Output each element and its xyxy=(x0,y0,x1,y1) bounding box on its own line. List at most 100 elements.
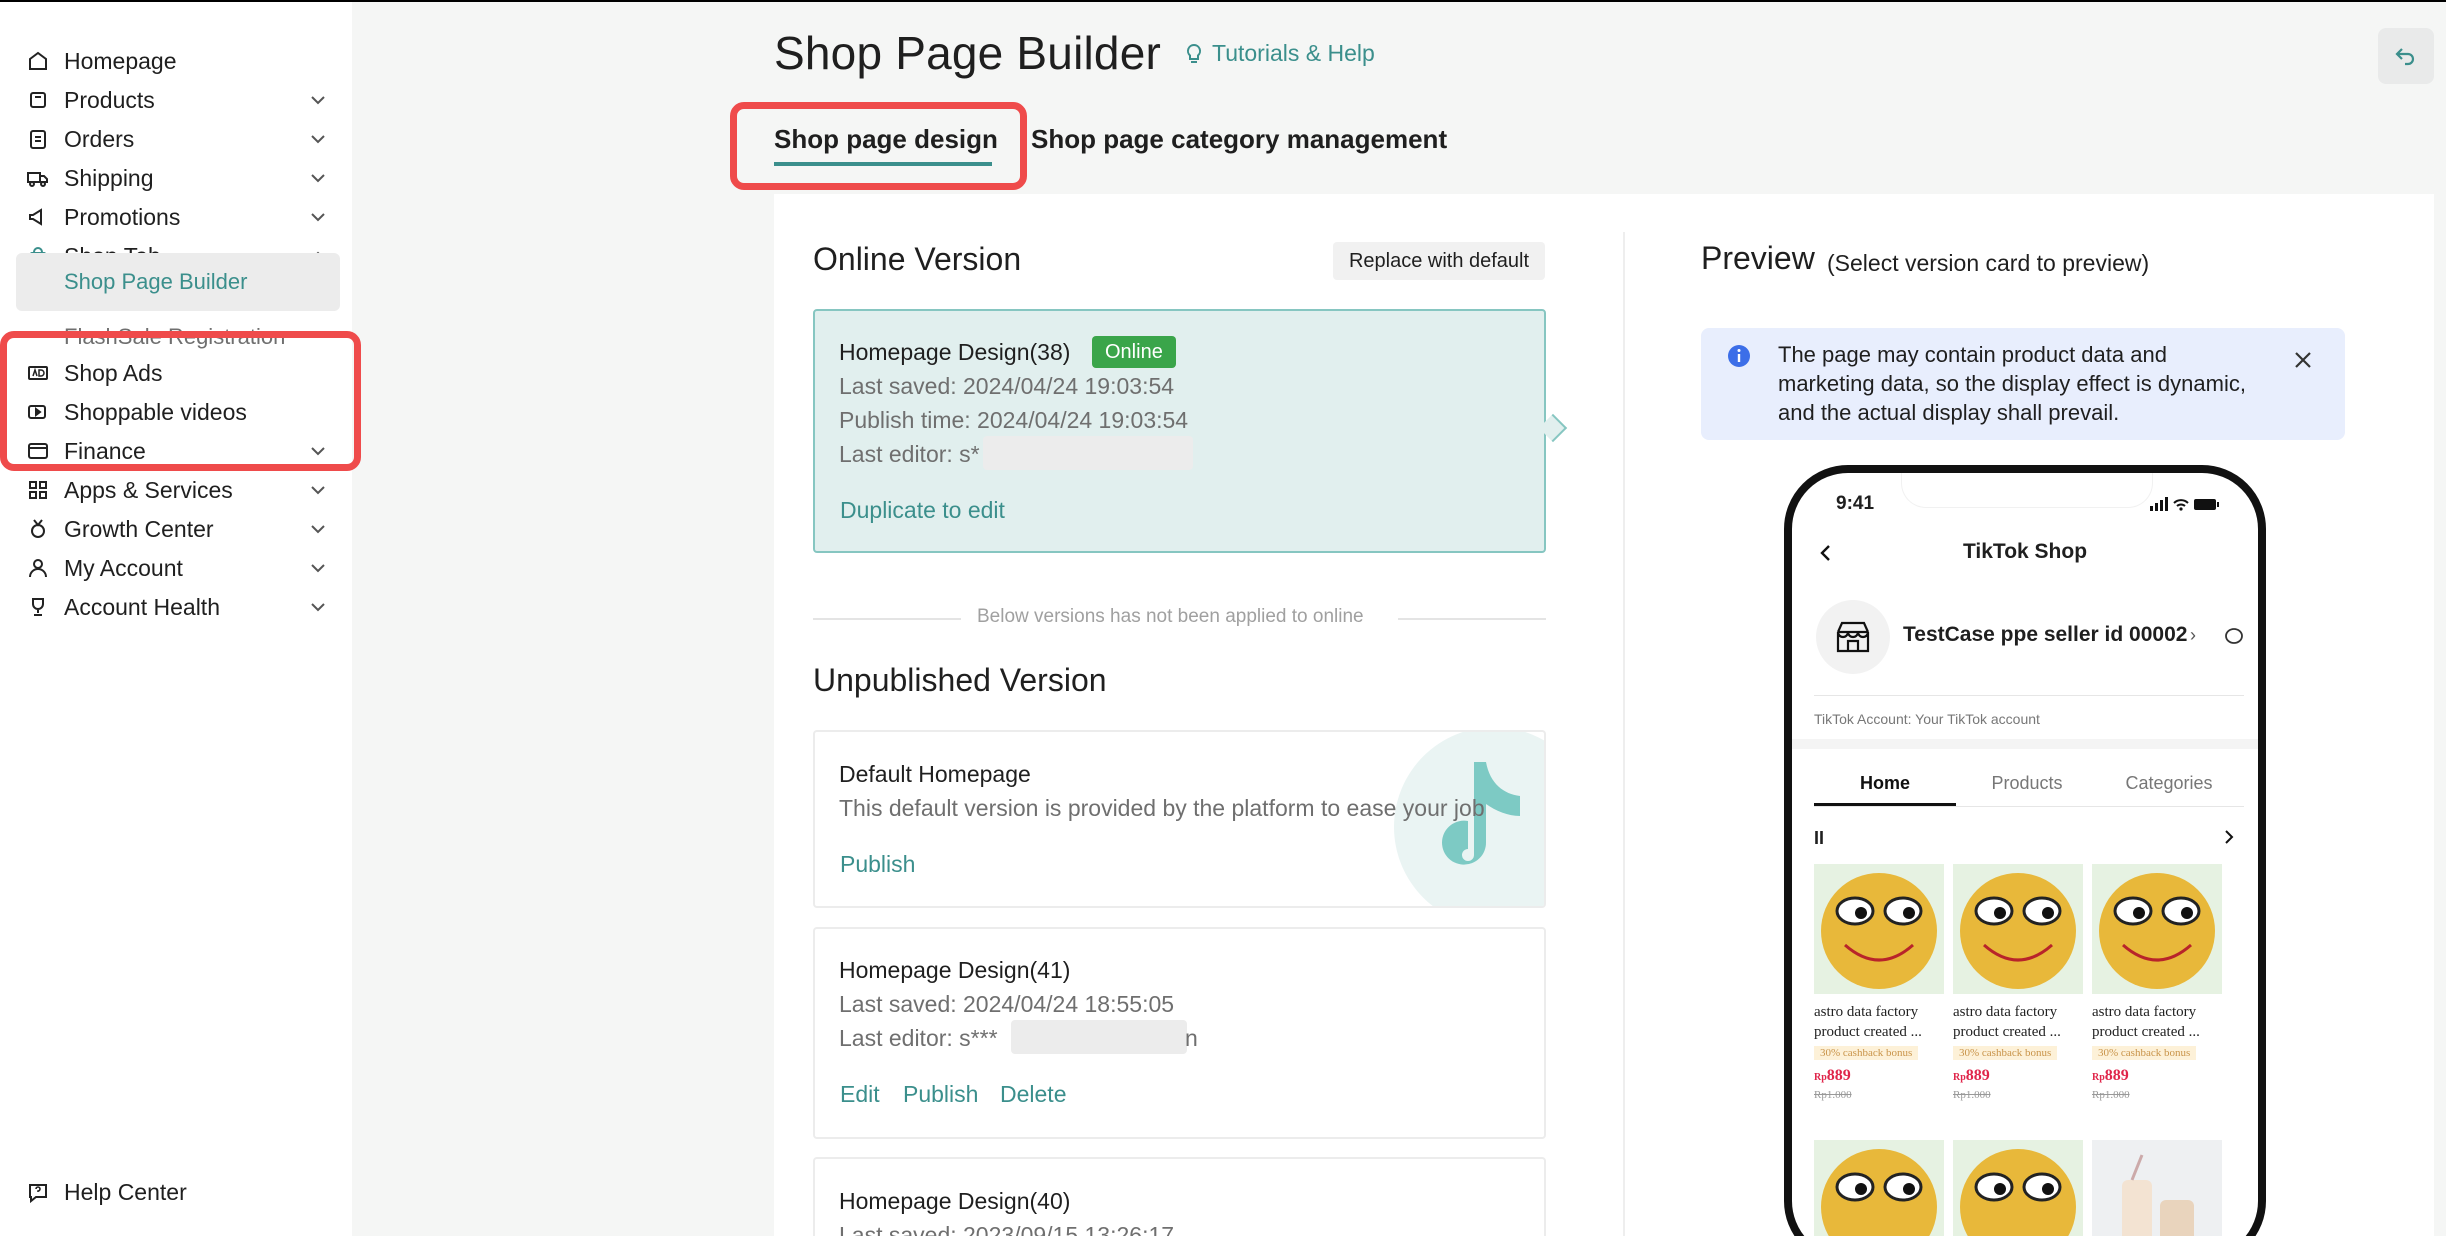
toiletries-image-icon xyxy=(2122,1154,2194,1236)
product-title-line2: product created ... xyxy=(1953,1024,2061,1040)
redacted-editor-name xyxy=(983,436,1193,470)
phone-time: 9:41 xyxy=(1836,493,1875,514)
price-currency: Rp xyxy=(1814,1072,1827,1083)
version-name: Default Homepage xyxy=(839,761,1031,787)
last-saved-text: Last saved: 2024/04/24 18:55:05 xyxy=(839,991,1175,1017)
sidebar-item-label: Orders xyxy=(64,125,135,152)
info-notice: The page may contain product data and ma… xyxy=(1701,328,2345,440)
version-name: Homepage Design(40) xyxy=(839,1188,1071,1214)
sidebar-item-account-health[interactable]: Account Health xyxy=(16,582,342,632)
product-title-line2: product created ... xyxy=(1814,1024,1922,1040)
phone-section-gap xyxy=(1792,739,2258,749)
product-price: Rp889 xyxy=(1814,1067,1944,1085)
publish-link[interactable]: Publish xyxy=(840,851,915,878)
product-card[interactable]: astro data factory product created ... 3… xyxy=(1953,864,2083,1101)
column-divider xyxy=(1623,232,1625,1236)
phone-tab-categories[interactable]: Categories xyxy=(2098,773,2240,794)
product-title: astro data factory xyxy=(2092,1004,2197,1020)
smiley-face-icon xyxy=(2099,873,2215,989)
back-button[interactable] xyxy=(2378,28,2434,84)
phone-preview: 9:41 TikTok Shop TestCase ppe seller id … xyxy=(1784,465,2266,1236)
product-image xyxy=(2092,1140,2222,1236)
cashback-tag: 30% cashback bonus xyxy=(2092,1046,2197,1060)
price-value: 889 xyxy=(2104,1067,2129,1084)
original-price: Rp1.000 xyxy=(1953,1089,1991,1101)
separator-line-right xyxy=(1398,618,1546,620)
cashback-tag: 30% cashback bonus xyxy=(1953,1046,2058,1060)
phone-divider xyxy=(1814,695,2244,696)
price-currency: Rp xyxy=(1953,1072,1966,1083)
window-top-border xyxy=(0,0,2446,2)
megaphone-icon xyxy=(26,205,50,229)
online-status-badge: Online xyxy=(1092,336,1176,368)
product-image xyxy=(2092,864,2222,994)
chat-icon[interactable] xyxy=(2222,625,2246,649)
sidebar-item-label: Shipping xyxy=(64,164,154,191)
chevron-down-icon xyxy=(311,564,325,573)
separator-line-left xyxy=(813,618,961,620)
smiley-face-icon xyxy=(1821,873,1937,989)
unpublished-version-heading: Unpublished Version xyxy=(813,662,1107,698)
tutorials-help-link[interactable]: Tutorials & Help xyxy=(1184,40,1375,67)
smiley-face-icon xyxy=(1960,873,2076,989)
preview-subtitle: (Select version card to preview) xyxy=(1827,250,2150,276)
page-title: Shop Page Builder xyxy=(774,27,1162,79)
product-card[interactable]: astro data factory product created ... 3… xyxy=(2092,864,2222,1101)
sidebar: Homepage Products Orders Shipping Promot… xyxy=(0,2,352,1236)
chevron-down-icon xyxy=(311,135,325,144)
phone-tab-products[interactable]: Products xyxy=(1956,773,2098,794)
user-icon xyxy=(26,556,50,580)
box-icon xyxy=(26,88,50,112)
help-center-link[interactable]: Help Center xyxy=(26,1179,187,1206)
product-price: Rp889 xyxy=(1953,1067,2083,1085)
tab-shop-page-category-management[interactable]: Shop page category management xyxy=(1031,124,1447,155)
edit-link[interactable]: Edit xyxy=(840,1081,880,1108)
chevron-right-icon[interactable] xyxy=(2220,828,2238,846)
chevron-right-icon: › xyxy=(2190,625,2196,645)
seller-name: TestCase ppe seller id 00002 xyxy=(1903,623,2188,646)
section-label: II xyxy=(1814,828,1825,848)
product-card[interactable] xyxy=(2092,1140,2222,1236)
product-card[interactable] xyxy=(1953,1140,2083,1236)
product-card[interactable]: astro data factory product created ... 3… xyxy=(1814,864,1944,1101)
smiley-face-icon xyxy=(1821,1149,1937,1236)
undo-icon xyxy=(2395,48,2415,66)
version-description: This default version is provided by the … xyxy=(839,795,1485,821)
version-name: Homepage Design(41) xyxy=(839,957,1071,983)
product-title-line2: product created ... xyxy=(2092,1024,2200,1040)
sidebar-item-label: Account Health xyxy=(64,593,220,620)
close-icon[interactable] xyxy=(2293,350,2313,370)
original-price: Rp1.000 xyxy=(2092,1089,2130,1101)
chevron-down-icon xyxy=(311,486,325,495)
phone-divider xyxy=(1814,806,2244,807)
sidebar-item-label: Products xyxy=(64,86,155,113)
smiley-face-icon xyxy=(1960,1149,2076,1236)
sidebar-item-label: Growth Center xyxy=(64,515,214,542)
phone-tab-home[interactable]: Home xyxy=(1814,773,1956,794)
delete-link[interactable]: Delete xyxy=(1000,1081,1066,1108)
notice-text: The page may contain product data and ma… xyxy=(1778,342,2246,425)
sidebar-item-label: Homepage xyxy=(64,47,177,74)
replace-with-default-button[interactable]: Replace with default xyxy=(1333,242,1545,280)
duplicate-to-edit-link[interactable]: Duplicate to edit xyxy=(840,497,1005,524)
price-value: 889 xyxy=(1965,1067,1990,1084)
product-title: astro data factory xyxy=(1814,1004,1919,1020)
redacted-editor-name xyxy=(1011,1020,1187,1054)
sidebar-item-label: Apps & Services xyxy=(64,476,233,503)
clipboard-icon xyxy=(26,127,50,151)
product-card[interactable] xyxy=(1814,1140,1944,1236)
separator-text: Below versions has not been applied to o… xyxy=(977,606,1364,627)
price-value: 889 xyxy=(1826,1067,1851,1084)
publish-link[interactable]: Publish xyxy=(903,1081,978,1108)
product-image xyxy=(1953,1140,2083,1236)
apps-icon xyxy=(26,478,50,502)
last-editor-text: Last editor: s* xyxy=(839,441,980,467)
status-bar-icons xyxy=(2150,497,2219,511)
trophy-icon xyxy=(26,595,50,619)
original-price: Rp1.000 xyxy=(1814,1089,1852,1101)
help-icon xyxy=(29,1183,47,1203)
product-title: astro data factory xyxy=(1953,1004,2058,1020)
version-name: Homepage Design(38) xyxy=(839,339,1071,365)
product-image xyxy=(1814,1140,1944,1236)
sidebar-subitem-shop-page-builder[interactable]: Shop Page Builder xyxy=(16,253,340,311)
